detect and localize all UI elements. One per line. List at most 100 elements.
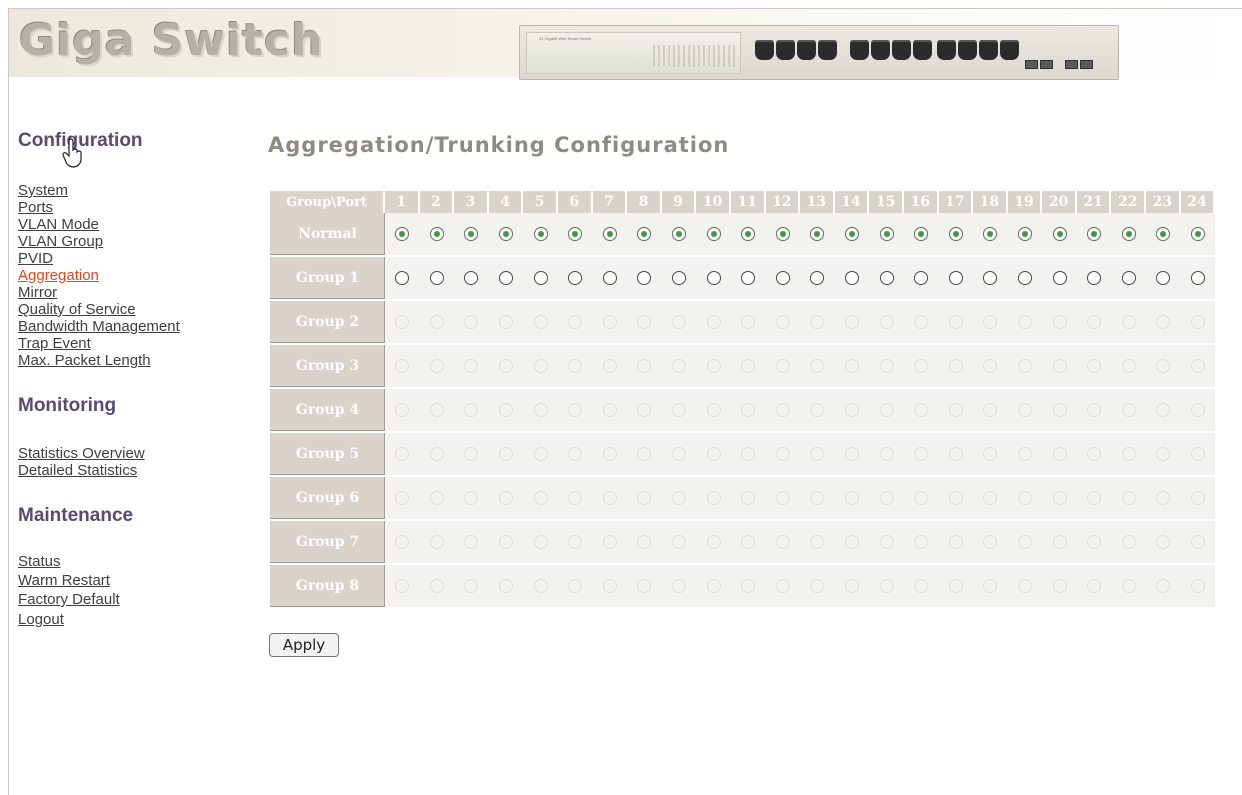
port-23-normal-radio[interactable] <box>1156 226 1171 241</box>
port-2-group-1-radio[interactable] <box>429 270 444 285</box>
sidebar-link-detailed-statistics[interactable]: Detailed Statistics <box>18 462 137 479</box>
port-22-group-4-radio[interactable] <box>1121 402 1136 417</box>
port-14-group-4-radio[interactable] <box>845 402 860 417</box>
port-12-normal-radio[interactable] <box>775 226 790 241</box>
port-5-group-6-radio[interactable] <box>533 490 548 505</box>
port-11-group-6-radio[interactable] <box>741 490 756 505</box>
port-23-group-5-radio[interactable] <box>1156 446 1171 461</box>
port-5-group-5-radio[interactable] <box>533 446 548 461</box>
port-19-group-2-radio[interactable] <box>1017 314 1032 329</box>
port-21-group-2-radio[interactable] <box>1087 314 1102 329</box>
port-6-group-3-radio[interactable] <box>568 358 583 373</box>
port-19-group-3-radio[interactable] <box>1017 358 1032 373</box>
port-2-normal-radio[interactable] <box>429 226 444 241</box>
port-3-group-7-radio[interactable] <box>464 534 479 549</box>
port-17-group-2-radio[interactable] <box>948 314 963 329</box>
port-7-group-2-radio[interactable] <box>602 314 617 329</box>
port-2-group-5-radio[interactable] <box>429 446 444 461</box>
sidebar-link-quality-of-service[interactable]: Quality of Service <box>18 301 136 318</box>
port-23-group-7-radio[interactable] <box>1156 534 1171 549</box>
port-10-group-7-radio[interactable] <box>706 534 721 549</box>
port-5-normal-radio[interactable] <box>533 226 548 241</box>
port-5-group-8-radio[interactable] <box>533 578 548 593</box>
port-17-group-8-radio[interactable] <box>948 578 963 593</box>
port-13-group-5-radio[interactable] <box>810 446 825 461</box>
port-16-group-8-radio[interactable] <box>914 578 929 593</box>
port-20-group-3-radio[interactable] <box>1052 358 1067 373</box>
port-7-group-5-radio[interactable] <box>602 446 617 461</box>
port-13-group-7-radio[interactable] <box>810 534 825 549</box>
port-20-group-8-radio[interactable] <box>1052 578 1067 593</box>
port-19-group-8-radio[interactable] <box>1017 578 1032 593</box>
port-20-group-2-radio[interactable] <box>1052 314 1067 329</box>
port-21-group-7-radio[interactable] <box>1087 534 1102 549</box>
port-6-group-1-radio[interactable] <box>568 270 583 285</box>
port-17-group-4-radio[interactable] <box>948 402 963 417</box>
port-8-group-1-radio[interactable] <box>637 270 652 285</box>
port-19-group-6-radio[interactable] <box>1017 490 1032 505</box>
port-13-group-3-radio[interactable] <box>810 358 825 373</box>
port-14-group-6-radio[interactable] <box>845 490 860 505</box>
port-8-group-3-radio[interactable] <box>637 358 652 373</box>
port-2-group-7-radio[interactable] <box>429 534 444 549</box>
port-4-group-6-radio[interactable] <box>499 490 514 505</box>
port-20-group-4-radio[interactable] <box>1052 402 1067 417</box>
port-10-group-4-radio[interactable] <box>706 402 721 417</box>
port-17-normal-radio[interactable] <box>948 226 963 241</box>
port-2-group-6-radio[interactable] <box>429 490 444 505</box>
port-12-group-6-radio[interactable] <box>775 490 790 505</box>
port-1-normal-radio[interactable] <box>395 226 410 241</box>
port-8-normal-radio[interactable] <box>637 226 652 241</box>
port-24-group-5-radio[interactable] <box>1190 446 1205 461</box>
port-1-group-3-radio[interactable] <box>395 358 410 373</box>
port-14-group-5-radio[interactable] <box>845 446 860 461</box>
port-15-group-2-radio[interactable] <box>879 314 894 329</box>
port-12-group-1-radio[interactable] <box>775 270 790 285</box>
apply-button[interactable]: Apply <box>269 633 339 657</box>
port-1-group-5-radio[interactable] <box>395 446 410 461</box>
port-8-group-4-radio[interactable] <box>637 402 652 417</box>
port-23-group-4-radio[interactable] <box>1156 402 1171 417</box>
port-6-group-2-radio[interactable] <box>568 314 583 329</box>
port-11-group-4-radio[interactable] <box>741 402 756 417</box>
port-21-group-8-radio[interactable] <box>1087 578 1102 593</box>
port-5-group-7-radio[interactable] <box>533 534 548 549</box>
port-16-group-3-radio[interactable] <box>914 358 929 373</box>
sidebar-link-trap-event[interactable]: Trap Event <box>18 335 91 352</box>
port-19-group-4-radio[interactable] <box>1017 402 1032 417</box>
port-22-group-8-radio[interactable] <box>1121 578 1136 593</box>
port-17-group-7-radio[interactable] <box>948 534 963 549</box>
port-6-group-8-radio[interactable] <box>568 578 583 593</box>
port-9-group-5-radio[interactable] <box>672 446 687 461</box>
port-11-group-8-radio[interactable] <box>741 578 756 593</box>
port-14-group-1-radio[interactable] <box>845 270 860 285</box>
port-14-group-7-radio[interactable] <box>845 534 860 549</box>
port-13-group-1-radio[interactable] <box>810 270 825 285</box>
port-18-group-7-radio[interactable] <box>983 534 998 549</box>
port-11-group-1-radio[interactable] <box>741 270 756 285</box>
port-4-group-1-radio[interactable] <box>499 270 514 285</box>
sidebar-link-aggregation[interactable]: Aggregation <box>18 267 99 284</box>
port-17-group-1-radio[interactable] <box>948 270 963 285</box>
port-13-group-4-radio[interactable] <box>810 402 825 417</box>
port-16-group-1-radio[interactable] <box>914 270 929 285</box>
port-23-group-3-radio[interactable] <box>1156 358 1171 373</box>
port-17-group-6-radio[interactable] <box>948 490 963 505</box>
sidebar-link-mirror[interactable]: Mirror <box>18 284 57 301</box>
port-22-group-7-radio[interactable] <box>1121 534 1136 549</box>
sidebar-link-statistics-overview[interactable]: Statistics Overview <box>18 445 145 462</box>
port-14-group-2-radio[interactable] <box>845 314 860 329</box>
port-18-group-8-radio[interactable] <box>983 578 998 593</box>
port-9-group-2-radio[interactable] <box>672 314 687 329</box>
port-16-group-4-radio[interactable] <box>914 402 929 417</box>
port-8-group-5-radio[interactable] <box>637 446 652 461</box>
port-23-group-6-radio[interactable] <box>1156 490 1171 505</box>
sidebar-link-factory-default[interactable]: Factory Default <box>18 591 120 608</box>
port-16-normal-radio[interactable] <box>914 226 929 241</box>
sidebar-link-vlan-mode[interactable]: VLAN Mode <box>18 216 99 233</box>
port-7-group-3-radio[interactable] <box>602 358 617 373</box>
port-9-group-1-radio[interactable] <box>672 270 687 285</box>
port-13-group-8-radio[interactable] <box>810 578 825 593</box>
port-24-group-3-radio[interactable] <box>1190 358 1205 373</box>
port-4-group-5-radio[interactable] <box>499 446 514 461</box>
